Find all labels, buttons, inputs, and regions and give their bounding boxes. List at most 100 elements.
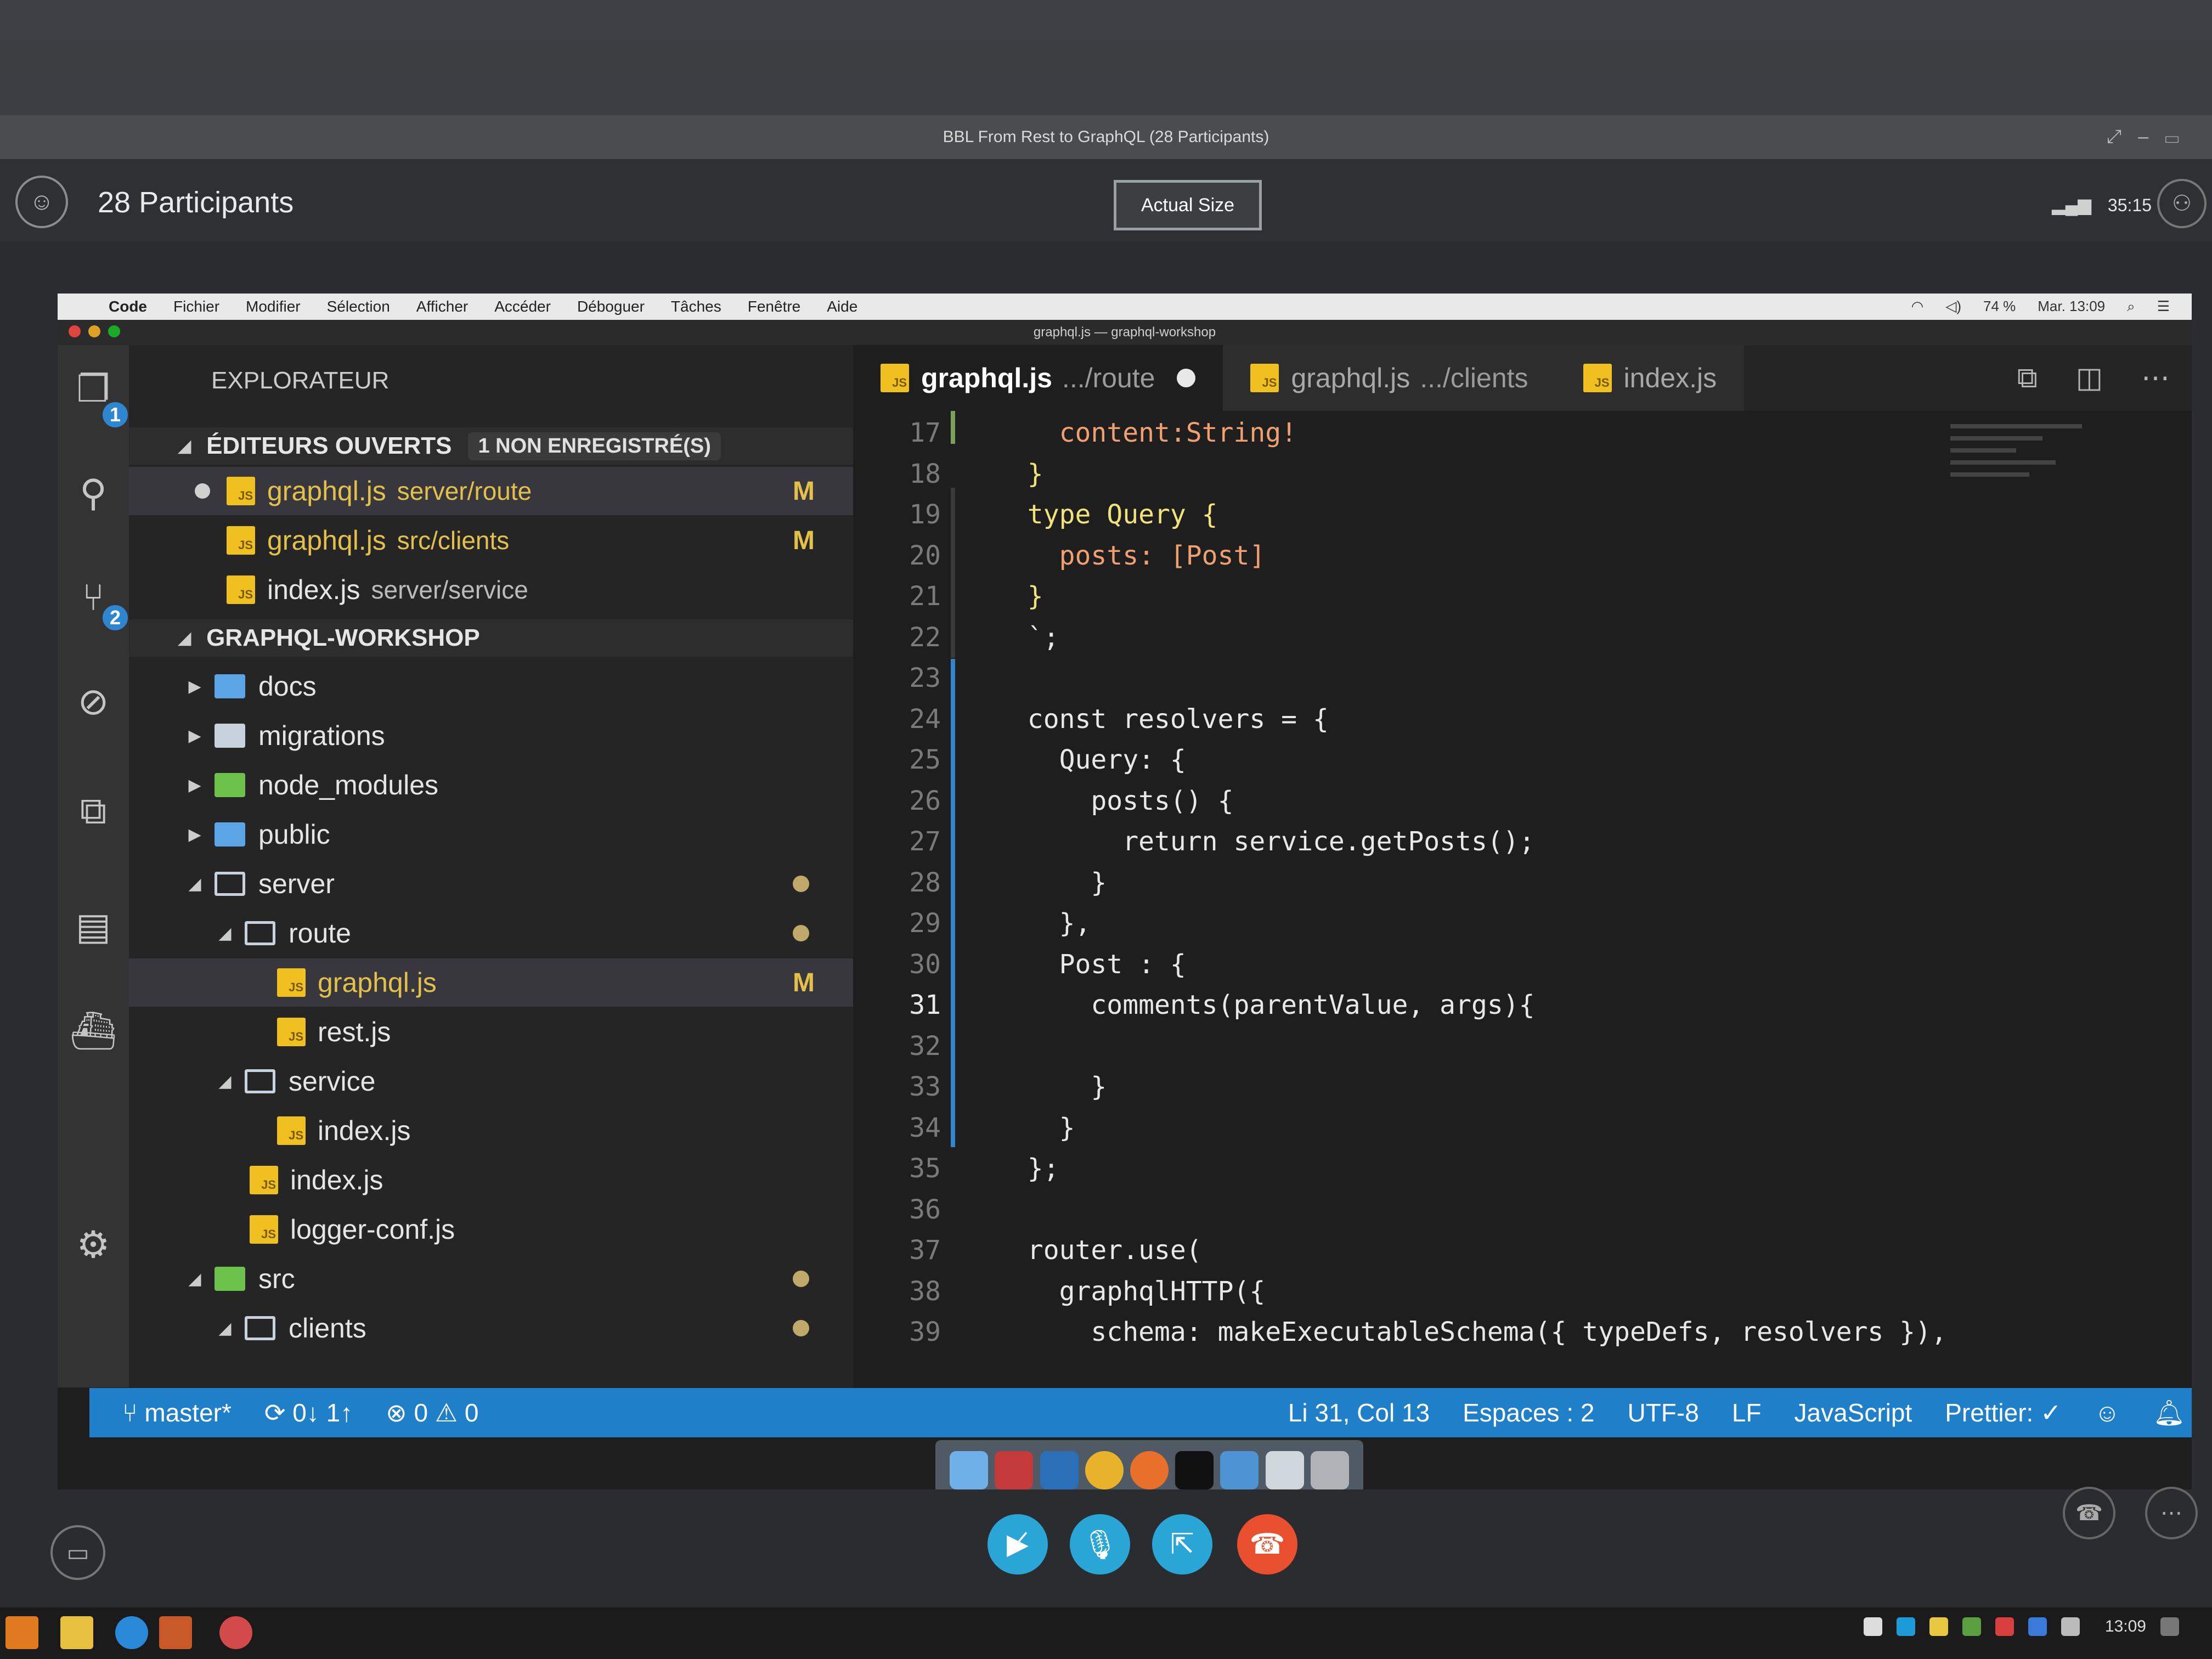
code-line[interactable]: }: [996, 581, 1043, 612]
debug-icon[interactable]: ⊘: [71, 680, 115, 724]
terminal-icon[interactable]: [1175, 1451, 1214, 1489]
notifications-bell-icon[interactable]: 🔔︎: [2153, 1398, 2185, 1428]
code-line[interactable]: type Query {: [996, 499, 1218, 530]
tray-icon[interactable]: [2028, 1617, 2047, 1636]
vscode-icon[interactable]: [1040, 1451, 1079, 1489]
finder-icon[interactable]: [950, 1451, 989, 1489]
tab-index[interactable]: JS index.js: [1555, 345, 1745, 411]
menu-code[interactable]: Code: [109, 298, 147, 315]
tree-folder-clients[interactable]: ◢ clients: [129, 1304, 853, 1352]
code-line[interactable]: return service.getPosts();: [996, 826, 1534, 857]
open-editors-header[interactable]: ◢ ÉDITEURS OUVERTS 1 NON ENREGISTRÉ(S): [129, 427, 853, 465]
tree-folder-public[interactable]: ▶ public: [129, 810, 853, 859]
language-mode[interactable]: JavaScript: [1795, 1398, 1912, 1427]
menu-modifier[interactable]: Modifier: [246, 298, 301, 315]
extensions-icon[interactable]: ⧉: [71, 789, 115, 833]
minimize-window-icon[interactable]: [88, 325, 100, 337]
tree-folder-docs[interactable]: ▶ docs: [129, 662, 853, 710]
menu-afficher[interactable]: Afficher: [416, 298, 468, 315]
encoding[interactable]: UTF-8: [1627, 1398, 1699, 1427]
menu-deboguer[interactable]: Déboguer: [577, 298, 645, 315]
tree-folder-server[interactable]: ◢ server: [129, 860, 853, 908]
tray-icon[interactable]: [1863, 1617, 1882, 1636]
tree-folder-node-modules[interactable]: ▶ node_modules: [129, 761, 853, 809]
code-line[interactable]: }: [996, 867, 1107, 898]
spotlight-icon[interactable]: ⌕: [2127, 298, 2135, 315]
open-editor-item[interactable]: JS graphql.js server/route M: [129, 467, 853, 515]
code-line[interactable]: }: [996, 1113, 1075, 1143]
notification-list-icon[interactable]: ☰: [2157, 298, 2170, 315]
menu-fenetre[interactable]: Fenêtre: [748, 298, 801, 315]
tree-folder-src[interactable]: ◢ src: [129, 1255, 853, 1303]
code-line[interactable]: comments(parentValue, args){: [996, 990, 1534, 1020]
code-line[interactable]: },: [996, 908, 1091, 939]
menu-fichier[interactable]: Fichier: [173, 298, 219, 315]
minimap[interactable]: [1950, 416, 2082, 636]
microphone-icon[interactable]: 🎙︎: [1070, 1514, 1130, 1575]
code-line[interactable]: Query: {: [996, 744, 1186, 775]
menu-aide[interactable]: Aide: [827, 298, 857, 315]
code-editor[interactable]: 17 content:String! 18 } 19 type Query {20 …: [853, 411, 2192, 1387]
share-screen-icon[interactable]: ⇱: [1152, 1514, 1212, 1575]
code-line[interactable]: };: [996, 1153, 1059, 1184]
open-editor-item[interactable]: JS index.js server/service: [129, 566, 853, 614]
tree-file-logger-conf-js[interactable]: JS logger-conf.js: [129, 1205, 853, 1254]
code-line[interactable]: posts: [Post]: [996, 540, 1266, 571]
code-line[interactable]: router.use(: [996, 1235, 1202, 1266]
more-actions-icon[interactable]: ⋯: [2141, 362, 2170, 395]
prettier-status[interactable]: Prettier: ✓: [1945, 1398, 2061, 1427]
sync-status[interactable]: ⟳ 0↓ 1↑: [264, 1398, 353, 1427]
menu-acceder[interactable]: Accéder: [494, 298, 551, 315]
open-preview-icon[interactable]: ⧉: [2017, 362, 2038, 395]
zoom-window-icon[interactable]: [108, 325, 120, 337]
app-icon[interactable]: [159, 1616, 192, 1649]
volume-icon[interactable]: ◁): [1945, 298, 1961, 315]
feedback-smiley-icon[interactable]: ☺: [2095, 1398, 2120, 1427]
code-line[interactable]: schema: makeExecutableSchema({ typeDefs,…: [996, 1317, 1947, 1347]
end-call-icon[interactable]: ☎: [1237, 1514, 1297, 1575]
line-ending[interactable]: LF: [1732, 1398, 1762, 1427]
firefox-icon[interactable]: [1130, 1451, 1169, 1489]
git-branch[interactable]: ⑂ master*: [122, 1398, 232, 1427]
tree-file-rest-js[interactable]: JS rest.js: [129, 1008, 853, 1056]
chrome-icon[interactable]: [1085, 1451, 1124, 1489]
tab-graphql-route[interactable]: JS graphql.js .../route: [853, 345, 1223, 411]
code-line[interactable]: Post : {: [996, 949, 1186, 980]
code-line[interactable]: }: [996, 459, 1043, 489]
unsaved-dot-icon[interactable]: [1177, 369, 1196, 387]
wifi-icon[interactable]: ◠: [1911, 298, 1924, 315]
tray-icon[interactable]: [1929, 1617, 1948, 1636]
split-editor-icon[interactable]: ◫: [2076, 362, 2103, 395]
mac-clock[interactable]: Mar. 13:09: [2038, 298, 2105, 315]
unsaved-dot-icon[interactable]: [195, 483, 210, 499]
tree-folder-service[interactable]: ◢ service: [129, 1057, 853, 1105]
code-line[interactable]: content:String!: [996, 417, 1297, 448]
code-line[interactable]: const resolvers = {: [996, 704, 1329, 735]
webex-icon[interactable]: [219, 1616, 252, 1649]
skype-icon[interactable]: [115, 1616, 148, 1649]
code-line[interactable]: `;: [996, 622, 1059, 653]
layout-icon[interactable]: ⚇: [2157, 179, 2207, 228]
output-panel-icon[interactable]: ▤: [71, 905, 115, 949]
tree-folder-route[interactable]: ◢ route: [129, 909, 853, 957]
settings-gear-icon[interactable]: ⚙: [71, 1223, 115, 1267]
tree-file-graphql-js[interactable]: JS graphql.js M: [129, 958, 853, 1007]
code-line[interactable]: }: [996, 1071, 1107, 1102]
volume-icon[interactable]: [2061, 1617, 2080, 1636]
sublime-icon[interactable]: [5, 1616, 38, 1649]
search-icon[interactable]: ⚲: [71, 471, 115, 515]
battery-level[interactable]: 74 %: [1983, 298, 2016, 315]
folder-icon[interactable]: [1265, 1451, 1304, 1489]
open-editor-item[interactable]: JS graphql.js src/clients M: [129, 516, 853, 565]
close-window-icon[interactable]: [69, 325, 81, 337]
indentation[interactable]: Espaces : 2: [1463, 1398, 1594, 1427]
cursor-position[interactable]: Li 31, Col 13: [1288, 1398, 1430, 1427]
menu-selection[interactable]: Sélection: [327, 298, 390, 315]
app-icon[interactable]: [1220, 1451, 1259, 1489]
video-off-icon[interactable]: ▶̸: [988, 1514, 1048, 1575]
file-explorer-icon[interactable]: [60, 1616, 93, 1649]
tray-icon[interactable]: [1995, 1617, 2014, 1636]
code-line[interactable]: graphqlHTTP({: [996, 1276, 1266, 1307]
tray-icon[interactable]: [1896, 1617, 1915, 1636]
participants-icon[interactable]: ☺: [15, 176, 68, 228]
